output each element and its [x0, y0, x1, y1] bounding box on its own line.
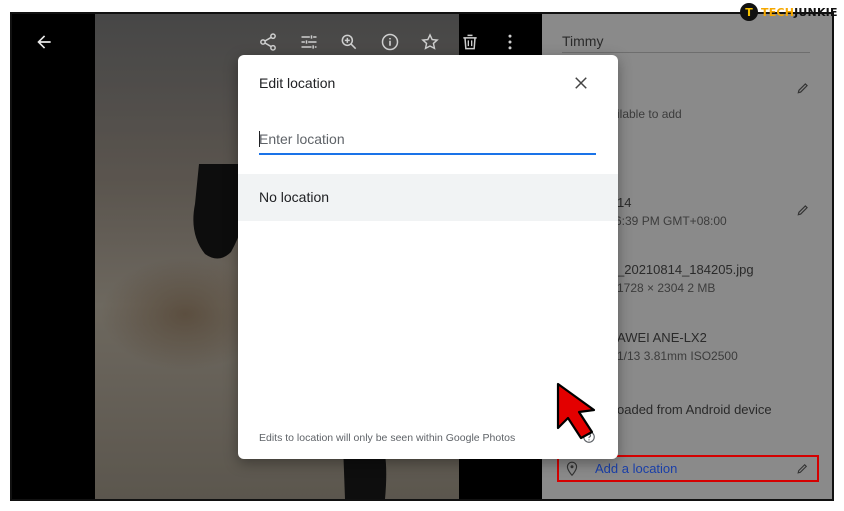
info-icon[interactable] — [380, 32, 400, 52]
edit-date-pencil-icon[interactable] — [796, 203, 810, 217]
edit-description-pencil-icon[interactable] — [796, 81, 810, 95]
more-vert-icon[interactable] — [500, 32, 520, 52]
close-icon[interactable] — [572, 74, 590, 92]
description-text: ilable to add — [617, 107, 682, 121]
date-text: 14 — [617, 195, 632, 210]
add-location-row[interactable]: Add a location — [557, 455, 819, 482]
edit-location-pencil-icon[interactable] — [796, 462, 809, 475]
trash-icon[interactable] — [460, 32, 480, 52]
annotation-arrow-icon — [556, 382, 596, 440]
camera-details-text: 1/13 3.81mm ISO2500 — [617, 349, 738, 363]
file-details-text: 1728 × 2304 2 MB — [617, 281, 716, 295]
name-divider — [562, 52, 810, 53]
star-icon[interactable] — [420, 32, 440, 52]
arrow-left-icon[interactable] — [34, 32, 54, 52]
techjunkie-logo: T TECHJUNKIE — [740, 1, 838, 23]
logo-wordmark: TECHJUNKIE — [761, 6, 838, 19]
zoom-icon[interactable] — [339, 32, 359, 52]
dialog-footer-note: Edits to location will only be seen with… — [259, 432, 516, 444]
location-pin-icon — [566, 461, 578, 477]
no-location-label: No location — [259, 189, 330, 205]
logo-wordmark-tech: TECH — [761, 5, 795, 19]
device-text: AWEI ANE-LX2 — [617, 330, 707, 345]
logo-mark: T — [740, 3, 758, 21]
time-text: 6:39 PM GMT+08:00 — [615, 214, 727, 228]
upload-source-text: oaded from Android device — [617, 402, 772, 417]
no-location-option[interactable]: No location — [238, 174, 618, 221]
file-name-text: _20210814_184205.jpg — [617, 262, 754, 277]
location-search-input[interactable] — [259, 125, 596, 155]
logo-wordmark-junkie: JUNKIE — [794, 5, 838, 19]
add-location-label[interactable]: Add a location — [595, 461, 677, 476]
edit-adjust-icon[interactable] — [299, 32, 319, 52]
photo-name: Timmy — [562, 33, 604, 49]
dialog-title: Edit location — [259, 75, 336, 91]
text-caret — [259, 131, 260, 147]
share-icon[interactable] — [258, 32, 278, 52]
